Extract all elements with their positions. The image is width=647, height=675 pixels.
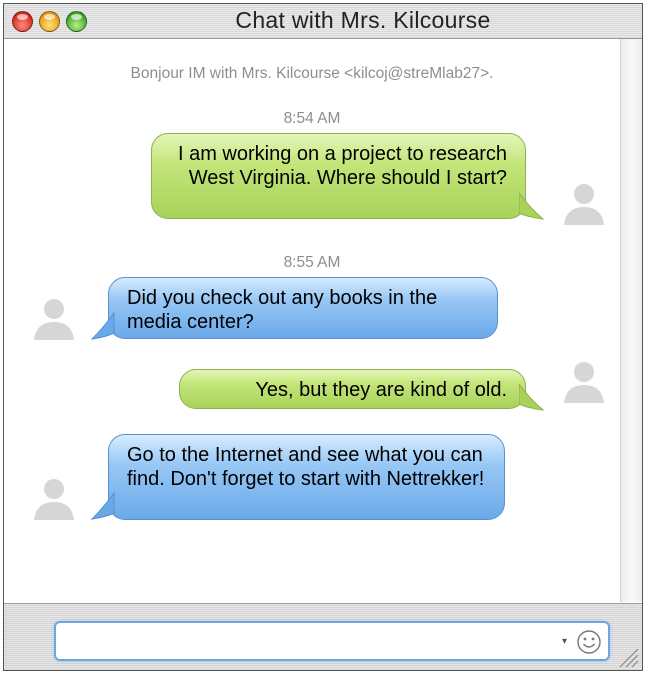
message-input[interactable] — [54, 621, 610, 661]
user-silhouette-icon — [564, 184, 604, 225]
message-bubble-outgoing: Yes, but they are kind of old. — [179, 369, 526, 409]
zoom-button[interactable] — [66, 11, 87, 32]
message-text: Did you check out any books in the media… — [127, 287, 438, 333]
user-silhouette-icon — [34, 299, 74, 340]
chevron-down-icon[interactable]: ▾ — [562, 636, 567, 647]
minimize-button[interactable] — [39, 11, 60, 32]
message-text: I am working on a project to research We… — [177, 143, 507, 189]
message-text: Go to the Internet and see what you can … — [127, 444, 485, 490]
message-text: Yes, but they are kind of old. — [255, 379, 507, 401]
scrollbar[interactable] — [620, 39, 642, 602]
bubble-tail — [90, 491, 115, 520]
bubble-tail — [90, 311, 115, 340]
message-bubble-incoming: Did you check out any books in the media… — [108, 277, 498, 339]
close-button[interactable] — [12, 11, 33, 32]
chat-header: Bonjour IM with Mrs. Kilcourse <kilcoj@s… — [130, 65, 494, 82]
bubble-tail — [519, 383, 545, 411]
chat-transcript: Bonjour IM with Mrs. Kilcourse <kilcoj@s… — [4, 39, 620, 602]
message-bubble-incoming: Go to the Internet and see what you can … — [108, 434, 505, 520]
smiley-icon[interactable] — [576, 629, 602, 655]
chat-window: Chat with Mrs. Kilcourse Bonjour IM with… — [3, 3, 643, 671]
window-title: Chat with Mrs. Kilcourse — [235, 7, 491, 33]
resize-grip-icon[interactable] — [616, 645, 640, 669]
user-silhouette-icon — [564, 362, 604, 403]
user-silhouette-icon — [34, 479, 74, 520]
message-bubble-outgoing: I am working on a project to research We… — [151, 133, 526, 219]
bubble-tail — [519, 192, 545, 220]
timestamp: 8:54 AM — [283, 110, 341, 127]
title-bar[interactable]: Chat with Mrs. Kilcourse — [4, 4, 642, 39]
timestamp: 8:55 AM — [283, 254, 341, 271]
input-bar: ▾ — [4, 603, 642, 670]
